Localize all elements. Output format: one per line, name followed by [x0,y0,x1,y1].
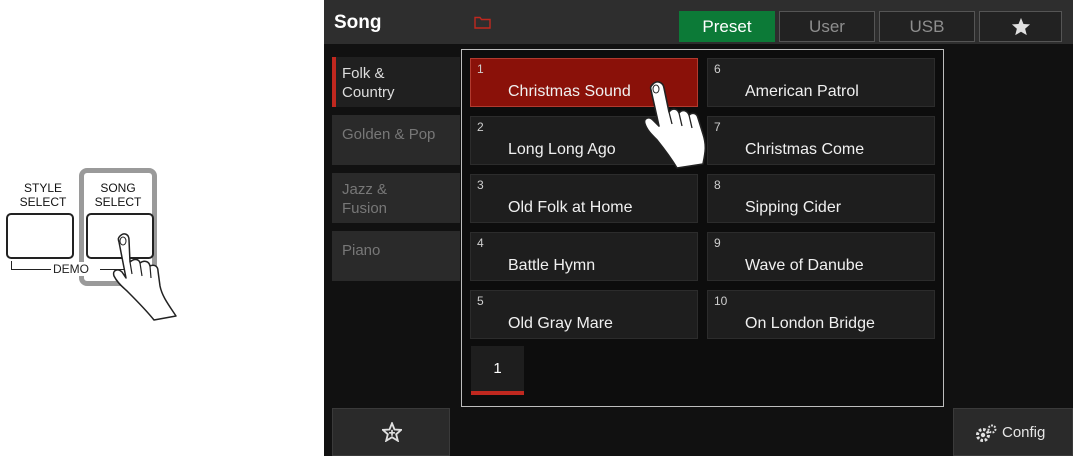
pointing-hand-icon [643,81,707,169]
song-name: Old Folk at Home [508,199,633,216]
style-select-label-line2: SELECT [19,195,67,209]
category-label-line2: Fusion [342,200,388,217]
gear-icon [976,424,997,442]
song-select-label-line1: SONG [100,181,136,195]
song-name: Battle Hymn [508,257,596,274]
add-favorite-button[interactable] [332,408,450,456]
song-name: Sipping Cider [745,199,842,216]
config-label: Config [1002,424,1046,441]
pointing-hand-icon [112,233,177,321]
song-number: 4 [477,236,484,250]
song-item-7[interactable]: 7 Christmas Come [707,116,935,165]
category-label-line1: Folk & [342,65,385,82]
song-item-5[interactable]: 5 Old Gray Mare [470,290,698,339]
song-number: 5 [477,294,484,308]
category-label-line1: Golden & Pop [342,126,436,143]
song-name: Christmas Sound [508,83,631,100]
tab-usb[interactable]: USB [879,11,975,42]
category-piano[interactable]: Piano [332,231,460,281]
song-item-6[interactable]: 6 American Patrol [707,58,935,107]
page-button-1[interactable]: 1 [471,346,524,395]
song-name: Wave of Danube [745,257,864,274]
touchscreen: Song Preset User USB Folk & Country Gold… [324,0,1073,456]
config-button[interactable]: Config [953,408,1073,456]
song-name: Long Long Ago [508,141,616,158]
tab-favorites[interactable] [979,11,1062,42]
song-number: 3 [477,178,484,192]
category-label-line2: Country [342,84,395,101]
category-label-line1: Jazz & [342,181,388,198]
song-number: 8 [714,178,721,192]
demo-bracket-line-left [11,269,51,270]
star-icon [1011,17,1031,36]
song-select-label: SONG SELECT [84,181,152,209]
song-number: 9 [714,236,721,250]
category-folk-country[interactable]: Folk & Country [332,57,460,107]
song-number: 10 [714,294,728,308]
top-bar: Song Preset User USB [324,0,1073,44]
song-number: 1 [477,62,484,76]
category-label-line1: Piano [342,242,381,259]
style-select-button[interactable] [6,213,74,259]
song-item-8[interactable]: 8 Sipping Cider [707,174,935,223]
style-select-label-line1: STYLE [23,181,62,195]
song-item-10[interactable]: 10 On London Bridge [707,290,935,339]
song-name: Old Gray Mare [508,315,613,332]
song-number: 2 [477,120,484,134]
song-item-3[interactable]: 3 Old Folk at Home [470,174,698,223]
tab-preset[interactable]: Preset [679,11,775,42]
song-select-label-line2: SELECT [94,195,142,209]
tab-user[interactable]: User [779,11,875,42]
song-name: Christmas Come [745,141,865,158]
style-select-label: STYLE SELECT [8,181,78,209]
folder-icon[interactable] [474,16,491,29]
favorite-add-icon [382,422,402,442]
category-jazz-fusion[interactable]: Jazz & Fusion [332,173,460,223]
song-number: 6 [714,62,721,76]
song-name: American Patrol [745,83,859,100]
page-title: Song [334,12,382,33]
song-item-9[interactable]: 9 Wave of Danube [707,232,935,281]
song-name: On London Bridge [745,315,875,332]
category-golden-pop[interactable]: Golden & Pop [332,115,460,165]
song-item-4[interactable]: 4 Battle Hymn [470,232,698,281]
demo-label: DEMO [52,262,90,276]
